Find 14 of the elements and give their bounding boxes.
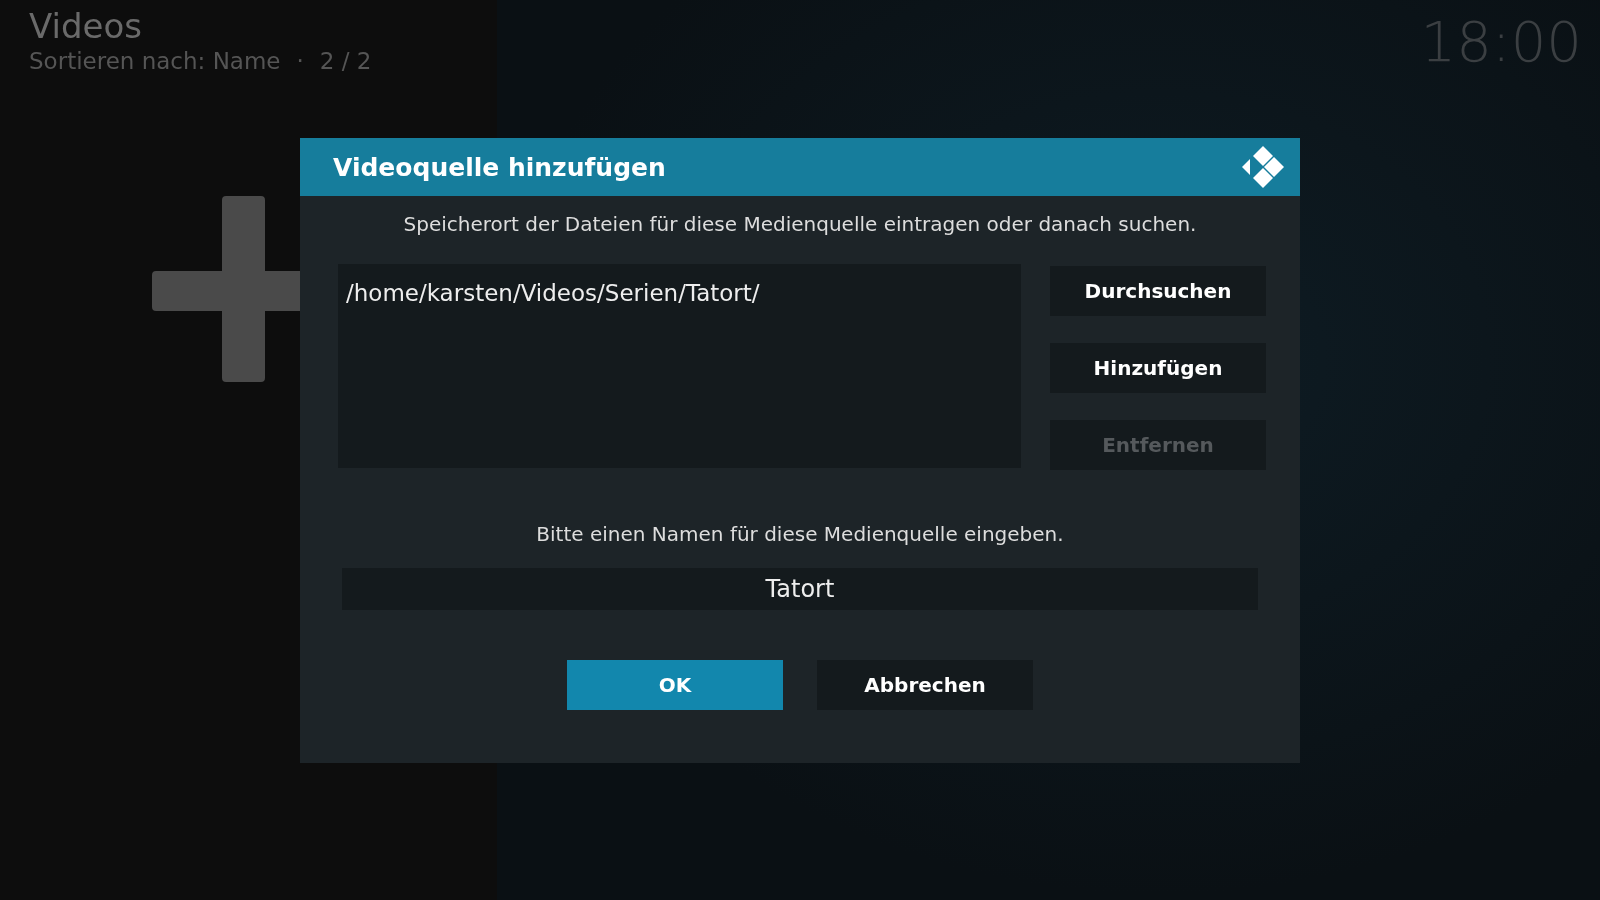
dialog-button[interactable]: OK bbox=[567, 660, 783, 710]
sort-label: Sortieren nach: Name bbox=[29, 47, 281, 76]
dialog-title: Videoquelle hinzufügen bbox=[333, 152, 666, 182]
dialog-button[interactable]: Abbrechen bbox=[817, 660, 1033, 710]
path-item[interactable]: /home/karsten/Videos/Serien/Tatort/ bbox=[346, 278, 1013, 308]
section-title: Videos bbox=[29, 6, 143, 46]
side-button[interactable]: Hinzufügen bbox=[1050, 343, 1266, 393]
name-prompt: Bitte einen Namen für diese Medienquelle eingeben. bbox=[535, 522, 1065, 546]
logo-icon bbox=[1242, 146, 1284, 188]
instruction-text: Speicherort der Dateien für diese Medienquelle eintragen oder danach suchen. bbox=[402, 212, 1198, 236]
item-count: 2 / 2 bbox=[319, 47, 372, 76]
separator-dot: · bbox=[296, 47, 304, 76]
side-button[interactable]: Durchsuchen bbox=[1050, 266, 1266, 316]
name-field[interactable]: Tatort bbox=[342, 568, 1258, 610]
